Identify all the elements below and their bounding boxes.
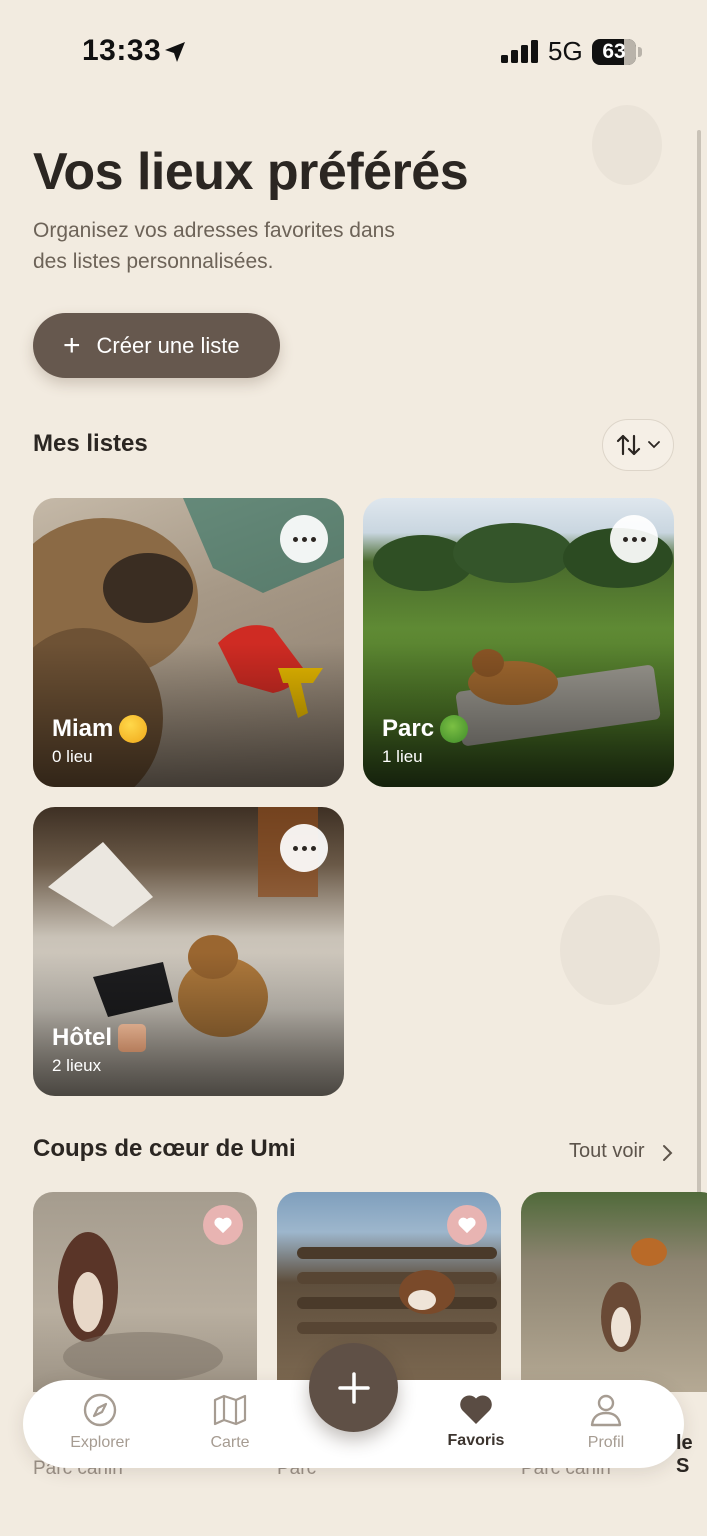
sort-button[interactable] xyxy=(602,419,674,471)
favorite-card[interactable] xyxy=(33,1192,257,1392)
tab-profil[interactable]: Profil xyxy=(551,1392,661,1452)
network-type: 5G xyxy=(548,36,583,66)
offscreen-card-text: le S xyxy=(676,1432,693,1477)
compass-icon xyxy=(83,1393,117,1427)
map-icon xyxy=(213,1394,247,1426)
list-name: Miam xyxy=(52,715,148,743)
tree-emoji xyxy=(440,715,469,743)
list-card-miam[interactable]: Miam 0 lieu xyxy=(33,498,344,787)
plus-icon xyxy=(337,1371,370,1404)
list-name-text: Parc xyxy=(382,715,435,742)
battery-level: 63 xyxy=(602,40,626,63)
unfavorite-button[interactable] xyxy=(203,1205,243,1245)
list-count: 2 lieux xyxy=(52,1056,102,1075)
list-card-hotel[interactable]: Hôtel 2 lieux xyxy=(33,807,344,1096)
list-name: Hôtel xyxy=(52,1024,146,1052)
battery-tip xyxy=(638,47,642,57)
tab-label: Carte xyxy=(210,1434,250,1451)
lists-section-title: Mes listes xyxy=(33,430,148,457)
status-bar: 13:33 5G 63 xyxy=(0,0,707,100)
list-options-button[interactable] xyxy=(280,515,328,563)
list-count: 0 lieu xyxy=(52,747,93,766)
list-count: 1 lieu xyxy=(382,747,423,766)
unfavorite-button[interactable] xyxy=(447,1205,487,1245)
tab-label: Profil xyxy=(587,1434,625,1451)
scrollbar[interactable] xyxy=(697,130,701,1280)
yum-face-emoji xyxy=(119,715,148,743)
chevron-down-icon xyxy=(648,441,660,449)
page-subtitle: Organisez vos adresses favorites dans de… xyxy=(33,219,395,273)
favorite-card[interactable] xyxy=(521,1192,707,1392)
list-options-button[interactable] xyxy=(610,515,658,563)
plus-icon: + xyxy=(63,328,81,362)
list-name-text: Hôtel xyxy=(52,1024,112,1051)
tab-carte[interactable]: Carte xyxy=(175,1392,285,1452)
handbag-emoji xyxy=(118,1024,146,1052)
create-list-label: Créer une liste xyxy=(96,332,240,358)
paw-decoration xyxy=(560,895,660,1005)
tab-explorer[interactable]: Explorer xyxy=(45,1392,155,1452)
heart-icon xyxy=(214,1217,232,1234)
heart-icon xyxy=(460,1395,492,1424)
list-card-parc[interactable]: Parc 1 lieu xyxy=(363,498,674,787)
favorite-photo xyxy=(601,1238,667,1352)
location-arrow-icon xyxy=(165,42,185,62)
page-title: Vos lieux préférés xyxy=(33,143,469,201)
list-options-button[interactable] xyxy=(280,824,328,872)
paw-decoration xyxy=(592,105,662,185)
chevron-right-icon[interactable] xyxy=(662,1144,674,1162)
list-name-text: Miam xyxy=(52,715,114,742)
status-time: 13:33 xyxy=(82,34,162,67)
sort-arrows-icon xyxy=(616,434,641,456)
add-button[interactable] xyxy=(309,1343,398,1432)
battery-icon: 63 xyxy=(592,39,636,65)
signal-icon xyxy=(501,40,538,63)
favorites-section-title: Coups de cœur de Umi xyxy=(33,1135,296,1162)
person-icon xyxy=(590,1394,622,1427)
tab-favoris[interactable]: Favoris xyxy=(421,1392,531,1450)
tab-label: Favoris xyxy=(447,1432,505,1449)
create-list-button[interactable]: + Créer une liste xyxy=(33,313,280,378)
heart-icon xyxy=(458,1217,476,1234)
tab-label: Explorer xyxy=(70,1434,130,1451)
list-name: Parc xyxy=(382,715,469,743)
see-all-link[interactable]: Tout voir xyxy=(569,1140,645,1163)
